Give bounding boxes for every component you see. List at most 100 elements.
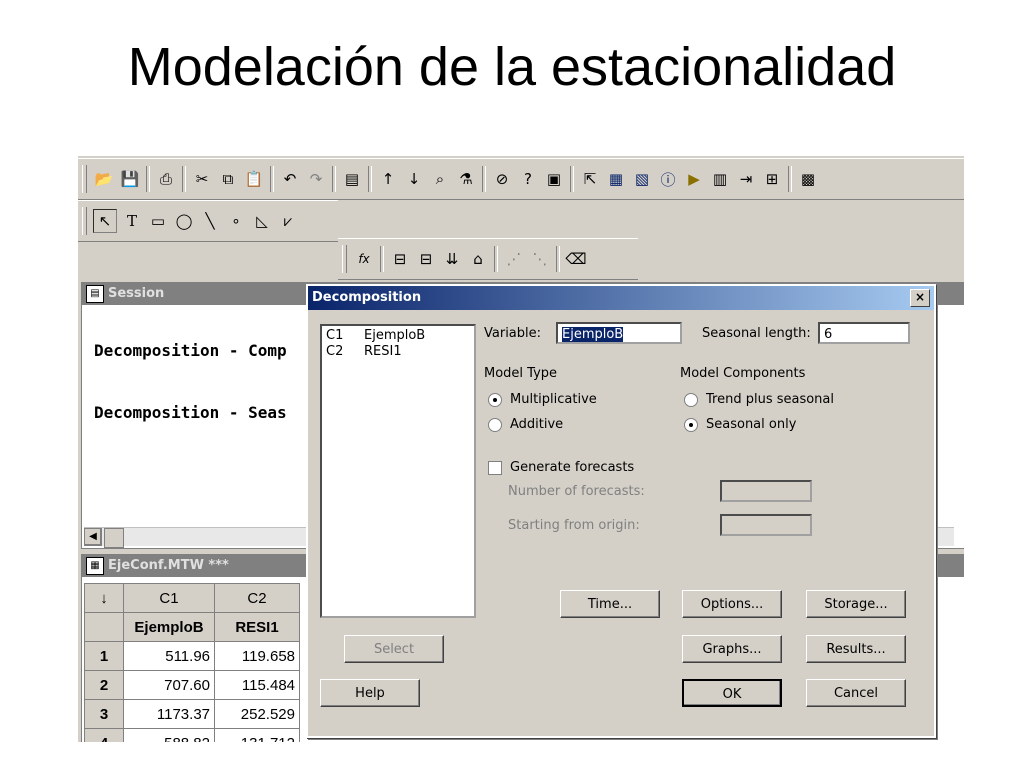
cell[interactable]: 511.96 <box>123 641 215 671</box>
find-icon[interactable]: ⌕ <box>429 168 451 190</box>
window-icon[interactable]: ▤ <box>341 168 363 190</box>
results-button[interactable]: Results... <box>806 635 906 663</box>
insert-row-icon[interactable]: ⊟ <box>389 248 411 270</box>
dot-icon[interactable]: ∘ <box>225 210 247 232</box>
toolbar-grip[interactable] <box>342 245 347 273</box>
radio-additive[interactable]: Additive <box>488 417 563 432</box>
column-name[interactable]: EjemploB <box>123 612 215 642</box>
window1-icon[interactable]: ▦ <box>605 168 627 190</box>
toolbar-separator <box>146 166 150 192</box>
append-icon[interactable]: ⇥ <box>735 168 757 190</box>
number-of-forecasts-field[interactable] <box>720 480 812 502</box>
seasonal-length-field[interactable]: 6 <box>818 322 910 344</box>
insert-col-icon[interactable]: ⊟ <box>415 248 437 270</box>
print-icon[interactable]: ⎙ <box>155 168 177 190</box>
variable-field-value: EjemploB <box>562 327 624 342</box>
lock-icon[interactable]: ⌂ <box>467 248 489 270</box>
polygon-icon[interactable]: ◺ <box>251 210 273 232</box>
row-number[interactable]: 3 <box>84 699 124 729</box>
toolbar-grip[interactable] <box>82 207 87 235</box>
radio-label: Trend plus seasonal <box>706 392 835 407</box>
brush-icon[interactable]: ▶ <box>683 168 705 190</box>
select-button[interactable]: Select <box>344 635 444 663</box>
plot2-icon[interactable]: ⋱ <box>529 248 551 270</box>
toolbar-grip[interactable] <box>82 165 87 193</box>
radio-dot-icon <box>488 417 502 432</box>
save-icon[interactable]: 💾 <box>119 168 141 190</box>
graphs-button[interactable]: Graphs... <box>682 635 782 663</box>
ok-button[interactable]: OK <box>682 679 782 707</box>
line-icon[interactable]: ╲ <box>199 210 221 232</box>
pointer-icon[interactable]: ↖ <box>93 209 117 233</box>
open-icon[interactable]: 📂 <box>93 168 115 190</box>
undo-icon[interactable]: ↶ <box>279 168 301 190</box>
manager-icon[interactable]: ▣ <box>543 168 565 190</box>
generate-forecasts-checkbox[interactable]: Generate forecasts <box>488 460 634 475</box>
erase-icon[interactable]: ⌫ <box>565 248 587 270</box>
number-of-forecasts-label: Number of forecasts: <box>508 484 645 499</box>
variable-label: Variable: <box>484 326 542 341</box>
cell[interactable]: 115.484 <box>214 670 300 700</box>
list-item[interactable]: C2 RESI1 <box>322 344 474 360</box>
scroll-left-icon[interactable]: ◀ <box>84 528 102 546</box>
options-button[interactable]: Options... <box>682 590 782 618</box>
row-number[interactable]: 2 <box>84 670 124 700</box>
radio-multiplicative[interactable]: Multiplicative <box>488 392 597 407</box>
variable-list[interactable]: C1 EjemploB C2 RESI1 <box>320 324 476 618</box>
paste-icon[interactable]: 📋 <box>243 168 265 190</box>
toolbar-separator <box>788 166 792 192</box>
starting-origin-field[interactable] <box>720 514 812 536</box>
polyline-icon[interactable]: ⩗ <box>277 210 299 232</box>
cell[interactable]: 119.658 <box>214 641 300 671</box>
column-id[interactable]: ↓ <box>84 583 124 613</box>
graph-icon[interactable]: ⇱ <box>579 168 601 190</box>
report-icon[interactable]: ▥ <box>709 168 731 190</box>
session-line: Decomposition - Seas <box>94 403 287 422</box>
toolbar-separator <box>368 166 372 192</box>
list-item[interactable]: C1 EjemploB <box>322 328 474 344</box>
ellipse-icon[interactable]: ◯ <box>173 210 195 232</box>
plot-icon[interactable]: ⋰ <box>503 248 525 270</box>
cell[interactable]: 707.60 <box>123 670 215 700</box>
info-icon[interactable]: ⓘ <box>657 168 679 190</box>
wizard-icon[interactable]: ⚗ <box>455 168 477 190</box>
worksheet-grid: ↓ C1 C2 EjemploB RESI1 1 511.96 119.658 … <box>84 583 300 742</box>
tree-icon[interactable]: ⊞ <box>761 168 783 190</box>
help-button[interactable]: Help <box>320 679 420 707</box>
column-name[interactable]: RESI1 <box>214 612 300 642</box>
draw-toolbar: ↖ T ▭ ◯ ╲ ∘ ◺ ⩗ <box>78 200 338 242</box>
radio-seasonal-only[interactable]: Seasonal only <box>684 417 796 432</box>
column-id[interactable]: C1 <box>123 583 215 613</box>
cancel-button[interactable]: Cancel <box>806 679 906 707</box>
model-components-label: Model Components <box>680 366 806 381</box>
row-number[interactable]: 1 <box>84 641 124 671</box>
help-icon[interactable]: ? <box>517 168 539 190</box>
cell[interactable]: 131.712 <box>214 728 300 742</box>
variable-field[interactable]: EjemploB <box>556 322 682 344</box>
move-icon[interactable]: ⇊ <box>441 248 463 270</box>
cancel-icon[interactable]: ⊘ <box>491 168 513 190</box>
redo-icon[interactable]: ↷ <box>305 168 327 190</box>
window2-icon[interactable]: ▧ <box>631 168 653 190</box>
time-button[interactable]: Time... <box>560 590 660 618</box>
session-icon[interactable]: ▩ <box>797 168 819 190</box>
cell[interactable]: 252.529 <box>214 699 300 729</box>
cell[interactable]: 1173.37 <box>123 699 215 729</box>
close-icon[interactable]: × <box>910 289 930 307</box>
column-id[interactable]: C2 <box>214 583 300 613</box>
variable-name: RESI1 <box>364 344 402 359</box>
cell[interactable]: 588.82 <box>123 728 215 742</box>
text-icon[interactable]: T <box>121 210 143 232</box>
up-arrow-icon[interactable]: ↑ <box>377 168 399 190</box>
radio-trend-plus-seasonal[interactable]: Trend plus seasonal <box>684 392 834 407</box>
cut-icon[interactable]: ✂ <box>191 168 213 190</box>
copy-icon[interactable]: ⧉ <box>217 168 239 190</box>
dialog-title: Decomposition <box>312 290 422 305</box>
rect-icon[interactable]: ▭ <box>147 210 169 232</box>
scroll-thumb[interactable] <box>104 528 124 548</box>
formula-icon[interactable]: fx <box>353 248 375 270</box>
dialog-titlebar[interactable]: Decomposition × <box>308 286 934 310</box>
down-arrow-icon[interactable]: ↓ <box>403 168 425 190</box>
row-number[interactable]: 4 <box>84 728 124 742</box>
storage-button[interactable]: Storage... <box>806 590 906 618</box>
